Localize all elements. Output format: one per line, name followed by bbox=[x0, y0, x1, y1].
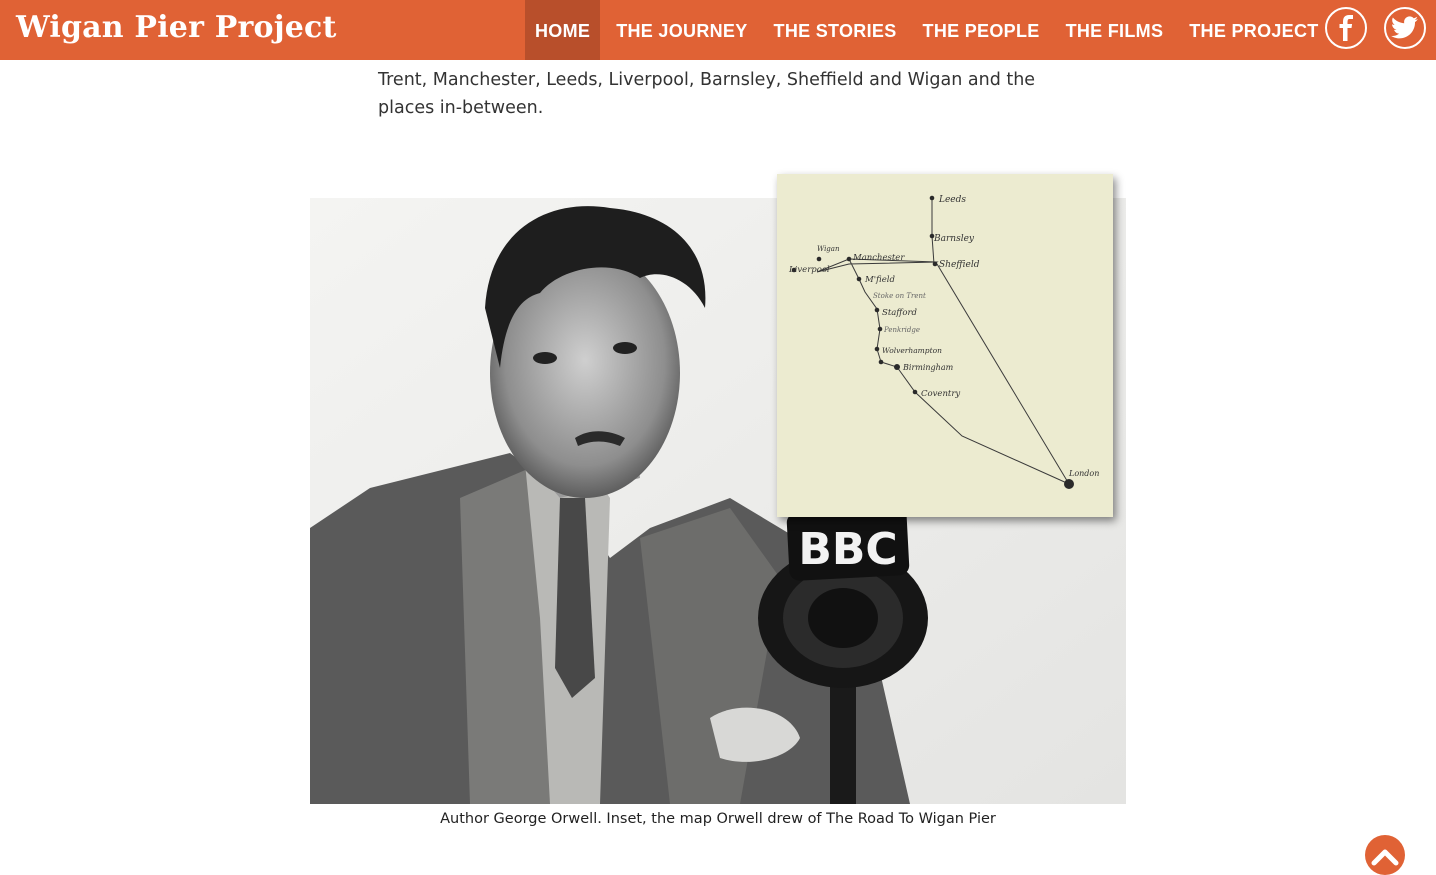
map-label-penkridge: Penkridge bbox=[883, 326, 920, 334]
map-label-wolverhampton: Wolverhampton bbox=[882, 346, 942, 355]
map-label-manchester: Manchester bbox=[852, 253, 905, 263]
map-label-stafford: Stafford bbox=[882, 308, 918, 318]
main-nav: HOME THE JOURNEY THE STORIES THE PEOPLE … bbox=[525, 0, 1329, 60]
map-label-sheffield: Sheffield bbox=[939, 260, 980, 270]
nav-the-project[interactable]: THE PROJECT bbox=[1179, 0, 1328, 60]
chevron-up-icon bbox=[1371, 849, 1399, 866]
nav-the-journey[interactable]: THE JOURNEY bbox=[606, 0, 757, 60]
map-label-leeds: Leeds bbox=[938, 195, 966, 205]
site-title[interactable]: Wigan Pier Project bbox=[16, 8, 337, 48]
site-header: Wigan Pier Project HOME THE JOURNEY THE … bbox=[0, 0, 1436, 60]
map-label-liverpool: Liverpool bbox=[788, 265, 830, 275]
nav-the-stories[interactable]: THE STORIES bbox=[764, 0, 907, 60]
intro-paragraph: Trent, Manchester, Leeds, Liverpool, Bar… bbox=[378, 70, 1036, 118]
map-label-london: London bbox=[1068, 469, 1099, 478]
figure-caption: Author George Orwell. Inset, the map Orw… bbox=[440, 811, 996, 827]
map-label-wigan: Wigan bbox=[817, 245, 840, 253]
nav-the-films[interactable]: THE FILMS bbox=[1056, 0, 1174, 60]
map-label-barnsley: Barnsley bbox=[933, 234, 975, 244]
facebook-icon[interactable] bbox=[1325, 7, 1367, 49]
facebook-glyph bbox=[1339, 15, 1353, 41]
nav-the-people[interactable]: THE PEOPLE bbox=[913, 0, 1050, 60]
orwell-route-map: Leeds Barnsley Sheffield Wigan Mancheste… bbox=[777, 174, 1113, 517]
back-to-top-button[interactable] bbox=[1365, 835, 1405, 875]
twitter-icon[interactable] bbox=[1384, 7, 1426, 49]
nav-home[interactable]: HOME bbox=[525, 0, 601, 60]
map-label-birmingham: Birmingham bbox=[902, 363, 954, 372]
mic-badge-label: BBC bbox=[798, 524, 897, 575]
map-label-mfield: M'field bbox=[864, 275, 895, 285]
twitter-glyph bbox=[1391, 16, 1418, 39]
map-label-stoke-on-trent: Stoke on Trent bbox=[873, 292, 926, 300]
orwell-map-inset: Leeds Barnsley Sheffield Wigan Mancheste… bbox=[777, 174, 1113, 517]
map-label-coventry: Coventry bbox=[921, 389, 960, 399]
